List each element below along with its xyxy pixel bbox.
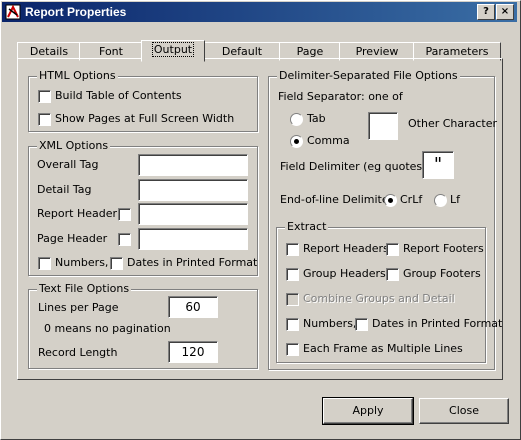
page-header-input[interactable] xyxy=(138,228,248,250)
detail-tag-label: Detail Tag xyxy=(37,183,92,196)
group-footers-checkbox[interactable] xyxy=(386,268,399,281)
group-title: XML Options xyxy=(37,139,111,152)
tab-label: Details xyxy=(29,45,69,58)
apply-button[interactable]: Apply xyxy=(322,397,414,425)
crlf-radio[interactable] xyxy=(384,194,397,207)
build-toc-checkbox[interactable] xyxy=(38,90,51,103)
xml-dates-label: Dates in Printed Format xyxy=(127,256,258,269)
lf-radio-label: Lf xyxy=(450,193,461,206)
report-header-label: Report Header xyxy=(37,207,118,220)
app-icon xyxy=(5,4,21,20)
field-separator-label: Field Separator: one of xyxy=(278,90,403,103)
each-frame-checkbox[interactable] xyxy=(286,343,299,356)
window-title: Report Properties xyxy=(25,5,127,19)
record-length-input[interactable]: 120 xyxy=(168,341,218,363)
tab-label: Default xyxy=(221,45,263,58)
report-footers-label: Report Footers xyxy=(403,242,484,255)
tab-label: Preview xyxy=(355,45,399,58)
page-header-label: Page Header xyxy=(37,232,108,245)
group-title: Extract xyxy=(285,220,329,233)
group-title: Delimiter-Separated File Options xyxy=(277,69,460,82)
radio-selected-dot xyxy=(388,198,393,203)
lines-per-page-input[interactable]: 60 xyxy=(168,296,218,318)
radio-selected-dot xyxy=(294,139,299,144)
tab-radio-label: Tab xyxy=(307,112,326,125)
crlf-radio-label: CrLf xyxy=(400,193,423,206)
comma-radio-label: Comma xyxy=(307,134,350,147)
extract-dates-label: Dates in Printed Format xyxy=(372,317,503,330)
combine-groups-checkbox[interactable] xyxy=(286,293,299,306)
overall-tag-input[interactable] xyxy=(138,154,248,176)
tab-label: Font xyxy=(99,45,123,58)
xml-numbers-label: Numbers, xyxy=(55,256,109,269)
full-screen-checkbox[interactable] xyxy=(38,113,51,126)
record-length-label: Record Length xyxy=(38,346,118,359)
report-header-input[interactable] xyxy=(138,203,248,225)
report-header-checkbox[interactable] xyxy=(118,208,131,221)
extract-numbers-label: Numbers, xyxy=(303,317,357,330)
tab-label: Page xyxy=(296,45,324,58)
detail-tag-input[interactable] xyxy=(138,179,248,201)
tab-output[interactable]: Output xyxy=(141,40,205,62)
comma-radio[interactable] xyxy=(290,135,303,148)
tab-radio[interactable] xyxy=(290,113,303,126)
close-icon: × xyxy=(500,6,510,17)
group-headers-checkbox[interactable] xyxy=(286,268,299,281)
group-footers-label: Group Footers xyxy=(403,267,481,280)
report-headers-label: Report Headers xyxy=(303,242,389,255)
title-bar[interactable]: Report Properties ? × xyxy=(2,2,517,22)
combine-groups-label: Combine Groups and Detail xyxy=(303,292,455,305)
extract-dates-checkbox[interactable] xyxy=(355,318,368,331)
extract-numbers-checkbox[interactable] xyxy=(286,318,299,331)
group-headers-label: Group Headers xyxy=(303,267,386,280)
report-footers-checkbox[interactable] xyxy=(386,243,399,256)
tab-label: Parameters xyxy=(425,45,489,58)
each-frame-label: Each Frame as Multiple Lines xyxy=(303,342,463,355)
no-pagination-note: 0 means no pagination xyxy=(44,322,171,335)
group-title: Text File Options xyxy=(37,282,132,295)
lf-radio[interactable] xyxy=(434,194,447,207)
full-screen-label: Show Pages at Full Screen Width xyxy=(55,112,235,125)
group-title: HTML Options xyxy=(37,69,118,82)
help-icon: ? xyxy=(483,6,489,17)
xml-dates-checkbox[interactable] xyxy=(110,257,123,270)
eol-delimiter-label: End-of-line Delimiter: xyxy=(280,193,397,206)
field-delimiter-input[interactable]: " xyxy=(422,151,454,179)
close-button[interactable]: × xyxy=(496,4,514,20)
close-dialog-button[interactable]: Close xyxy=(419,398,509,424)
help-button[interactable]: ? xyxy=(477,4,495,20)
field-delimiter-label: Field Delimiter (eg quotes) xyxy=(280,160,427,173)
other-character-label: Other Character xyxy=(408,117,498,130)
other-character-input[interactable] xyxy=(368,112,398,140)
build-toc-label: Build Table of Contents xyxy=(55,89,182,102)
overall-tag-label: Overall Tag xyxy=(37,158,99,171)
report-headers-checkbox[interactable] xyxy=(286,243,299,256)
page-header-checkbox[interactable] xyxy=(118,233,131,246)
lines-per-page-label: Lines per Page xyxy=(38,301,119,314)
xml-numbers-checkbox[interactable] xyxy=(38,257,51,270)
tab-label: Output xyxy=(151,42,195,57)
